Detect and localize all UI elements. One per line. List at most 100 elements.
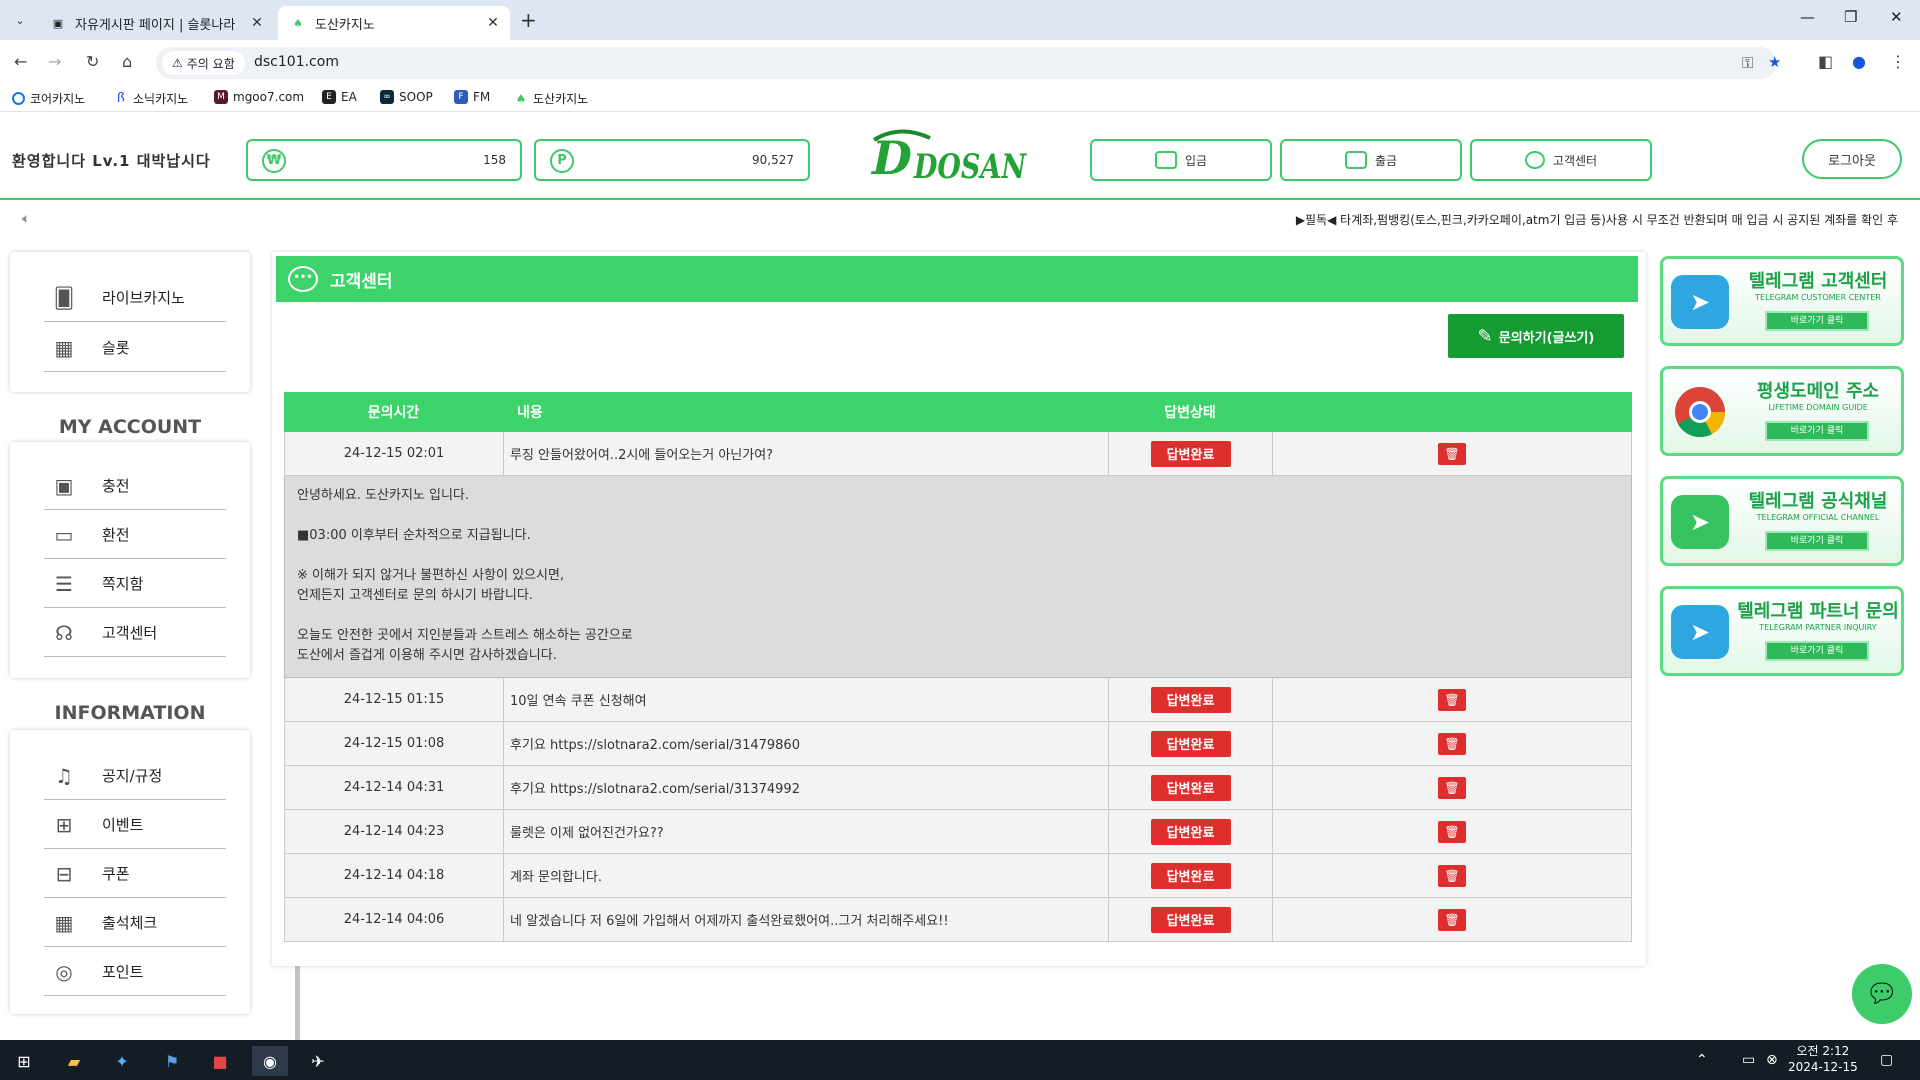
table-row[interactable]: 24-12-14 04:06 네 알겠습니다 저 6일에 가입해서 어제까지 출석… [284,898,1632,942]
tray-chevron-icon[interactable]: ⌃ [1696,1052,1708,1068]
close-tab-icon[interactable]: ✕ [482,15,504,31]
app-bird-icon[interactable]: ✈ [300,1046,336,1076]
warning-label: 주의 요함 [186,56,235,71]
trash-icon[interactable]: 🗑︎ [1438,776,1466,799]
reload-icon[interactable]: ↻ [86,52,99,71]
tab-search-icon[interactable]: ⌄ [8,8,32,32]
sidebar-item-exchange[interactable]: ▭ 환전 [44,511,226,559]
bookmark-item[interactable]: E EA [322,90,357,104]
banner-go-button[interactable]: 바로가기 클릭 [1765,641,1869,661]
file-explorer-icon[interactable]: ▰ [56,1046,92,1076]
warning-icon: ⚠ [172,56,183,70]
chrome-taskbar-icon[interactable]: ◉ [252,1046,288,1076]
home-icon[interactable]: ⌂ [122,52,132,71]
trash-icon[interactable]: 🗑︎ [1438,908,1466,931]
sidebar-item-notice[interactable]: ♫ 공지/규정 [44,752,226,800]
cell-delete: 🗑︎ [1273,810,1631,853]
table-row[interactable]: 24-12-15 02:01 루징 안들어왔어여..2시에 들어오는거 아닌가여?… [284,432,1632,476]
sidebar-item-coupon[interactable]: ⊟ 쿠폰 [44,850,226,898]
cell-content[interactable]: 계좌 문의합니다. [504,854,1109,897]
banner-telegram-channel[interactable]: ➤ 텔레그램 공식채널 TELEGRAM OFFICIAL CHANNEL 바로… [1660,476,1904,566]
cell-content[interactable]: 후기요 https://slotnara2.com/serial/3147986… [504,722,1109,765]
sidebar-item-slot[interactable]: ▦ 슬롯 [44,324,226,372]
table-row[interactable]: 24-12-14 04:23 룰렛은 이제 없어진건가요?? 답변완료 🗑︎ [284,810,1632,854]
close-window-icon[interactable]: ✕ [1890,8,1903,26]
app-launcher-icon[interactable]: ⚑ [154,1046,190,1076]
answer-line: ※ 이해가 되지 않거나 불편하신 사항이 있으시면, [297,568,565,583]
sidebar-item-charge[interactable]: ▣ 충전 [44,462,226,510]
table-row[interactable]: 24-12-15 01:15 10일 연속 쿠폰 신청해여 답변완료 🗑︎ [284,678,1632,722]
bookmark-item[interactable]: F FM [454,90,490,104]
restore-icon[interactable]: ❐ [1844,8,1857,26]
banner-telegram-partner[interactable]: ➤ 텔레그램 파트너 문의 TELEGRAM PARTNER INQUIRY 바… [1660,586,1904,676]
url-text[interactable]: dsc101.com [254,54,339,70]
sidebar-item-attendance[interactable]: ▦ 출석체크 [44,899,226,947]
browser-tab-2[interactable]: ♠ 도산카지노 ✕ [278,6,510,40]
back-icon[interactable]: ← [14,52,27,71]
trash-icon[interactable]: 🗑︎ [1438,864,1466,887]
sidebar-item-support[interactable]: ☊ 고객센터 [44,609,226,657]
notification-icon[interactable]: ▢ [1880,1052,1893,1068]
deposit-button[interactable]: 입금 [1090,139,1272,181]
omnibox[interactable]: ⚠ 주의 요함 dsc101.com ⚿ ★ [156,47,1781,79]
sidebar-item-point[interactable]: ◎ 포인트 [44,948,226,996]
trash-icon[interactable]: 🗑︎ [1438,820,1466,843]
bookmark-label: SOOP [399,90,433,104]
banner-domain[interactable]: 평생도메인 주소 LIFETIME DOMAIN GUIDE 바로가기 클릭 [1660,366,1904,456]
banner-telegram-support[interactable]: ➤ 텔레그램 고객센터 TELEGRAM CUSTOMER CENTER 바로가… [1660,256,1904,346]
trash-icon[interactable]: 🗑︎ [1438,442,1466,465]
withdraw-button[interactable]: 출금 [1280,139,1462,181]
withdraw-label: 출금 [1374,153,1398,168]
close-tab-icon[interactable]: ✕ [246,15,268,31]
cell-status: 답변완료 [1109,678,1273,721]
banner-go-button[interactable]: 바로가기 클릭 [1765,311,1869,331]
app-red-icon[interactable]: ■ [202,1046,238,1076]
logout-button[interactable]: 로그아웃 [1802,139,1902,179]
bookmark-star-icon[interactable]: ★ [1768,53,1781,71]
table-row[interactable]: 24-12-15 01:08 후기요 https://slotnara2.com/… [284,722,1632,766]
taskbar-clock[interactable]: 오전 2:12 2024-12-15 [1788,1043,1858,1075]
status-badge: 답변완료 [1150,906,1231,933]
support-button[interactable]: 고객센터 [1470,139,1652,181]
site-logo[interactable]: D DOSAN [870,126,1030,188]
banner-go-button[interactable]: 바로가기 클릭 [1765,421,1869,441]
profile-icon[interactable]: ● [1852,52,1866,71]
cards-icon: 🂠 [53,285,75,310]
minimize-icon[interactable]: — [1800,8,1815,26]
bookmark-item[interactable]: ∞ SOOP [380,90,433,104]
volume-icon[interactable]: ⊗ [1766,1052,1778,1068]
new-tab-icon[interactable]: + [520,8,537,32]
cell-content[interactable]: 후기요 https://slotnara2.com/serial/3137499… [504,766,1109,809]
slot-machine-icon: ▦ [54,335,74,360]
password-key-icon[interactable]: ⚿ [1742,54,1753,72]
sidebar-item-event[interactable]: ⊞ 이벤트 [44,801,226,849]
sidepanel-icon[interactable]: ◧ [1818,52,1833,71]
banner-subtitle: TELEGRAM OFFICIAL CHANNEL [1756,513,1880,522]
browser-tab-1[interactable]: ▣ 자유게시판 페이지 | 슬롯나라 ✕ [38,6,274,40]
cell-content[interactable]: 네 알겠습니다 저 6일에 가입해서 어제까지 출석완료했어여..그거 처리해주… [504,898,1109,941]
table-row[interactable]: 24-12-14 04:31 후기요 https://slotnara2.com/… [284,766,1632,810]
bookmark-item[interactable]: ♠ 도산카지노 [514,90,588,107]
bookmark-item[interactable]: Mmgoo7.com [214,90,304,104]
trash-icon[interactable]: 🗑︎ [1438,688,1466,711]
cell-status: 답변완료 [1109,854,1273,897]
cell-content[interactable]: 10일 연속 쿠폰 신청해여 [504,678,1109,721]
table-row[interactable]: 24-12-14 04:18 계좌 문의합니다. 답변완료 🗑︎ [284,854,1632,898]
cell-content[interactable]: 루징 안들어왔어여..2시에 들어오는거 아닌가여? [504,432,1109,475]
sidebar-item-live-casino[interactable]: 🂠 라이브카지노 [44,274,226,322]
cell-time: 24-12-14 04:18 [285,854,504,897]
sidebar-item-messages[interactable]: ☰ 쪽지함 [44,560,226,608]
app-star-icon[interactable]: ✦ [104,1046,140,1076]
bookmark-item[interactable]: ꟗ 소닉카지노 [114,90,188,107]
cell-content[interactable]: 룰렛은 이제 없어진건가요?? [504,810,1109,853]
security-warning-chip[interactable]: ⚠ 주의 요함 [162,51,245,75]
bookmark-item[interactable]: 코어카지노 [12,90,85,107]
banner-go-button[interactable]: 바로가기 클릭 [1765,531,1869,551]
live-chat-icon[interactable]: 💬︎ [1852,964,1912,1024]
forward-icon[interactable]: → [48,52,61,71]
write-inquiry-button[interactable]: ✎ 문의하기(글쓰기) [1448,314,1624,358]
menu-kebab-icon[interactable]: ⋮ [1890,52,1906,71]
windows-start-icon[interactable]: ⊞ [6,1046,42,1076]
trash-icon[interactable]: 🗑︎ [1438,732,1466,755]
network-icon[interactable]: ▭ [1742,1052,1755,1068]
